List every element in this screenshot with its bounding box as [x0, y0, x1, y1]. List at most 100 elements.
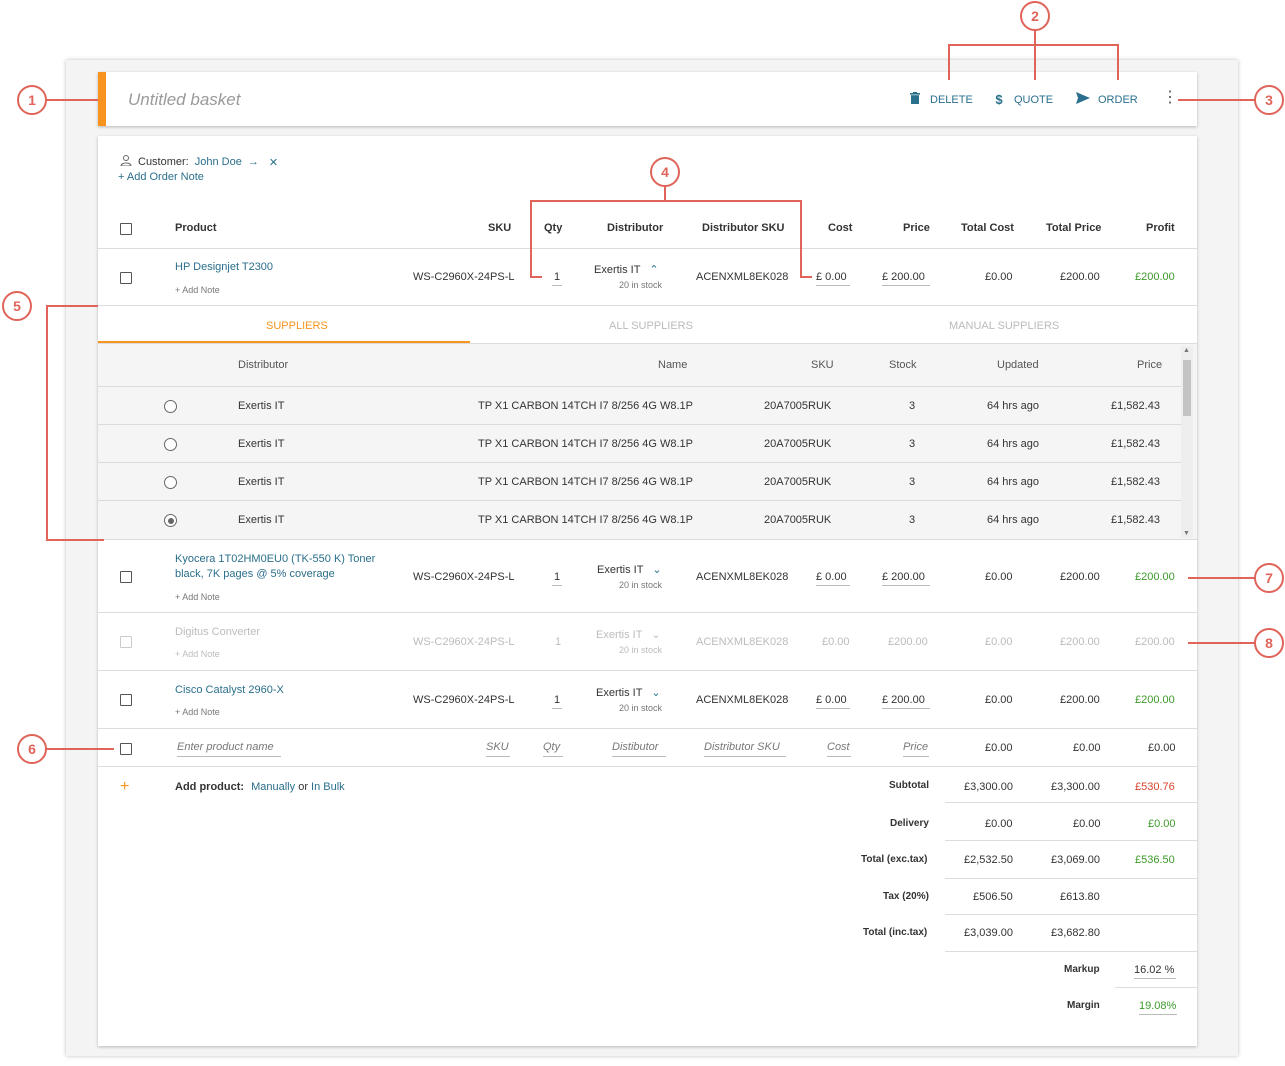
delete-button[interactable]: DELETE: [908, 92, 973, 107]
product-name-link[interactable]: Digitus Converter: [175, 626, 260, 638]
basket-title[interactable]: Untitled basket: [128, 90, 240, 110]
row-checkbox[interactable]: [120, 694, 132, 706]
cost-value: £0.00: [822, 636, 850, 648]
add-note-link[interactable]: + Add Note: [175, 649, 220, 659]
subtotal-cost: £3,300.00: [964, 781, 1013, 793]
suppliers-scrollbar[interactable]: ▲ ▼: [1181, 346, 1193, 538]
divider: [945, 802, 1197, 803]
close-icon[interactable]: ✕: [269, 156, 278, 169]
scroll-down-icon[interactable]: ▼: [1183, 530, 1190, 537]
distributor-select[interactable]: Exertis IT ⌃: [594, 263, 659, 276]
product-name-link[interactable]: Cisco Catalyst 2960-X: [175, 684, 284, 696]
col-price[interactable]: Price: [903, 222, 930, 234]
arrow-right-icon[interactable]: →: [248, 156, 259, 168]
tab-all-suppliers[interactable]: ALL SUPPLIERS: [609, 320, 693, 332]
cost-input[interactable]: £ 0.00: [816, 271, 850, 286]
add-manually-link[interactable]: Manually: [251, 781, 295, 793]
supplier-radio[interactable]: [164, 476, 177, 489]
col-product[interactable]: Product: [175, 222, 217, 234]
margin-input[interactable]: 19.08%: [1139, 1000, 1177, 1015]
chevron-down-icon[interactable]: ⌄: [651, 687, 660, 699]
scroll-thumb[interactable]: [1183, 360, 1191, 416]
qty-input[interactable]: 1: [552, 571, 562, 586]
distributor-input[interactable]: Distibutor: [612, 741, 666, 757]
price-input[interactable]: £ 200.00: [882, 571, 930, 586]
sup-col-stock: Stock: [889, 359, 917, 371]
tab-manual-suppliers[interactable]: MANUAL SUPPLIERS: [949, 320, 1059, 332]
callout-badge: 6: [17, 734, 47, 764]
distributor-select[interactable]: Exertis IT ⌄: [597, 563, 662, 576]
trash-icon: [908, 92, 922, 107]
chevron-down-icon[interactable]: ⌄: [652, 564, 661, 576]
total-cost-value: £0.00: [985, 571, 1013, 583]
distributor-select[interactable]: Exertis IT ⌄: [596, 686, 661, 699]
cost-input[interactable]: £ 0.00: [816, 571, 850, 586]
supplier-radio[interactable]: [164, 400, 177, 413]
user-icon: [120, 155, 132, 169]
quote-button[interactable]: $ QUOTE: [992, 92, 1053, 107]
add-note-link[interactable]: + Add Note: [175, 707, 220, 717]
supplier-updated: 64 hrs ago: [987, 514, 1039, 526]
supplier-radio[interactable]: [164, 438, 177, 451]
margin-label: Margin: [1067, 1000, 1100, 1011]
sku-value: WS-C2960X-24PS-L: [413, 636, 515, 648]
col-sku[interactable]: SKU: [488, 222, 511, 234]
col-distributor-sku[interactable]: Distributor SKU: [702, 222, 785, 234]
price-input[interactable]: £ 200.00: [882, 271, 930, 286]
add-note-link[interactable]: + Add Note: [175, 592, 220, 602]
markup-input[interactable]: 16.02 %: [1134, 964, 1176, 979]
qty-input[interactable]: 1: [552, 271, 562, 286]
row-checkbox[interactable]: [120, 636, 132, 648]
product-name-link[interactable]: Kyocera 1T02HM0EU0 (TK-550 K) Toner: [175, 553, 375, 565]
supplier-radio-selected[interactable]: [164, 514, 177, 527]
product-name-link[interactable]: HP Designjet T2300: [175, 261, 273, 273]
chevron-up-icon[interactable]: ⌃: [649, 264, 658, 276]
product-name-input[interactable]: Enter product name: [177, 741, 281, 757]
callout-line: [1117, 44, 1119, 80]
add-note-link[interactable]: + Add Note: [175, 285, 220, 295]
select-all-checkbox[interactable]: [120, 223, 132, 235]
add-order-note-link[interactable]: + Add Order Note: [118, 171, 204, 183]
qty-input[interactable]: Qty: [543, 741, 563, 757]
total-price-value: £0.00: [1073, 742, 1101, 754]
or-text: or: [298, 781, 308, 793]
col-total-price[interactable]: Total Price: [1046, 222, 1101, 234]
chevron-down-icon: ⌄: [651, 629, 661, 641]
header-accent: [98, 72, 106, 126]
row-checkbox[interactable]: [120, 743, 132, 755]
col-total-cost[interactable]: Total Cost: [961, 222, 1014, 234]
total-cost-value: £0.00: [985, 271, 1013, 283]
price-input[interactable]: £ 200.00: [882, 694, 930, 709]
qty-input[interactable]: 1: [552, 694, 562, 709]
tax-label: Tax (20%): [883, 891, 929, 902]
distributor-sku-input[interactable]: Distributor SKU: [704, 741, 786, 757]
callout-line: [1188, 642, 1256, 644]
price-input[interactable]: Price: [903, 741, 929, 757]
total-exc-tax-price: £3,069.00: [1051, 854, 1100, 866]
col-profit[interactable]: Profit: [1146, 222, 1175, 234]
customer-name-link[interactable]: John Doe: [195, 156, 242, 168]
tab-suppliers[interactable]: SUPPLIERS: [266, 320, 328, 332]
profit-value: £200.00: [1135, 271, 1175, 283]
total-cost-value: £0.00: [985, 742, 1013, 754]
callout-line: [530, 276, 542, 278]
col-cost[interactable]: Cost: [828, 222, 852, 234]
scroll-up-icon[interactable]: ▲: [1183, 347, 1190, 354]
row-checkbox[interactable]: [120, 272, 132, 284]
add-in-bulk-link[interactable]: In Bulk: [311, 781, 345, 793]
col-qty[interactable]: Qty: [544, 222, 562, 234]
supplier-price: £1,582.43: [1111, 400, 1160, 412]
product-name-line2[interactable]: black, 7K pages @ 5% coverage: [175, 568, 335, 580]
col-distributor[interactable]: Distributor: [607, 222, 663, 234]
dollar-icon: $: [995, 92, 1003, 107]
plus-icon[interactable]: +: [120, 778, 129, 796]
sku-input[interactable]: SKU: [486, 741, 510, 757]
stock-text: 20 in stock: [619, 645, 663, 655]
cost-input[interactable]: Cost: [827, 741, 851, 757]
cost-input[interactable]: £ 0.00: [816, 694, 850, 709]
divider: [945, 914, 1197, 915]
order-button[interactable]: ORDER: [1076, 92, 1138, 107]
supplier-name: TP X1 CARBON 14TCH I7 8/256 4G W8.1P: [478, 476, 693, 488]
more-menu-icon[interactable]: ⋮: [1162, 90, 1178, 106]
row-checkbox[interactable]: [120, 571, 132, 583]
